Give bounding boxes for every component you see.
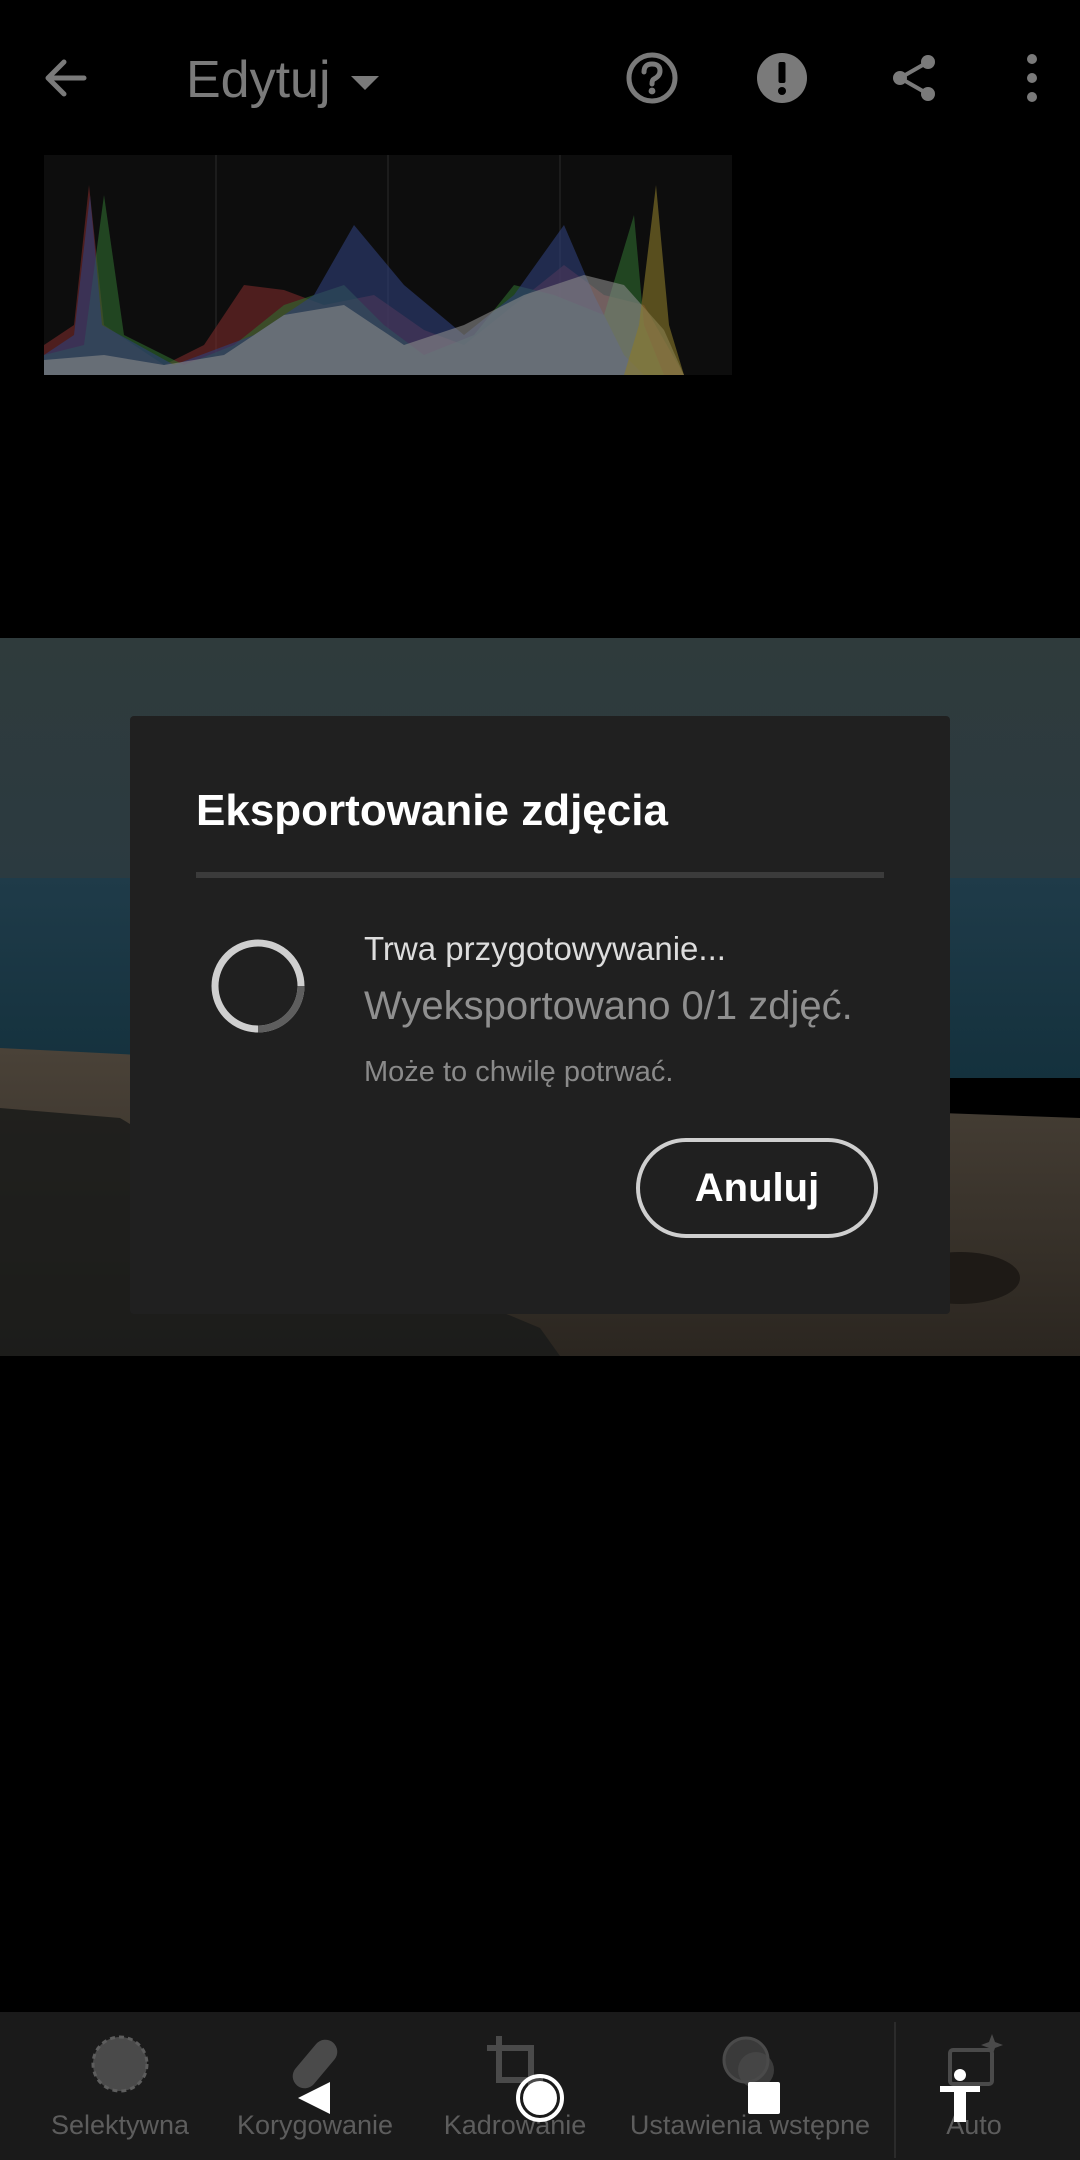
selective-icon [88,2032,152,2096]
dialog-divider [196,872,884,878]
accessibility-icon[interactable] [938,2068,982,2124]
cancel-button[interactable]: Anuluj [636,1138,878,1238]
dialog-title: Eksportowanie zdjęcia [196,786,668,835]
top-app-bar: Edytuj [0,0,1080,156]
more-vertical-icon[interactable] [994,40,1070,116]
help-icon[interactable] [614,40,690,116]
nav-recents-icon[interactable] [746,2080,782,2116]
export-progress-text: Wyeksportowano 0/1 zdjęć. [364,984,853,1028]
nav-back-icon[interactable] [294,2078,334,2118]
alert-icon[interactable] [744,40,820,116]
loading-spinner-icon [208,936,308,1036]
page-title: Edytuj [186,51,331,109]
tool-selective[interactable]: Selektywna [30,2012,210,2160]
chevron-down-icon [350,76,379,90]
screen: Edytuj Eksportowanie zdjęcia Trwa przygo… [0,0,1080,2160]
nav-home-icon[interactable] [514,2072,566,2124]
edit-mode-dropdown[interactable]: Edytuj [186,44,379,116]
export-dialog: Eksportowanie zdjęcia Trwa przygotowywan… [130,716,950,1314]
toolbar-separator [894,2022,896,2158]
tool-label: Selektywna [50,2110,190,2140]
back-arrow-icon[interactable] [28,40,104,116]
export-status-text: Trwa przygotowywanie... [364,930,726,967]
export-note-text: Może to chwilę potrwać. [364,1056,674,1088]
histogram [44,155,732,375]
share-icon[interactable] [876,40,952,116]
